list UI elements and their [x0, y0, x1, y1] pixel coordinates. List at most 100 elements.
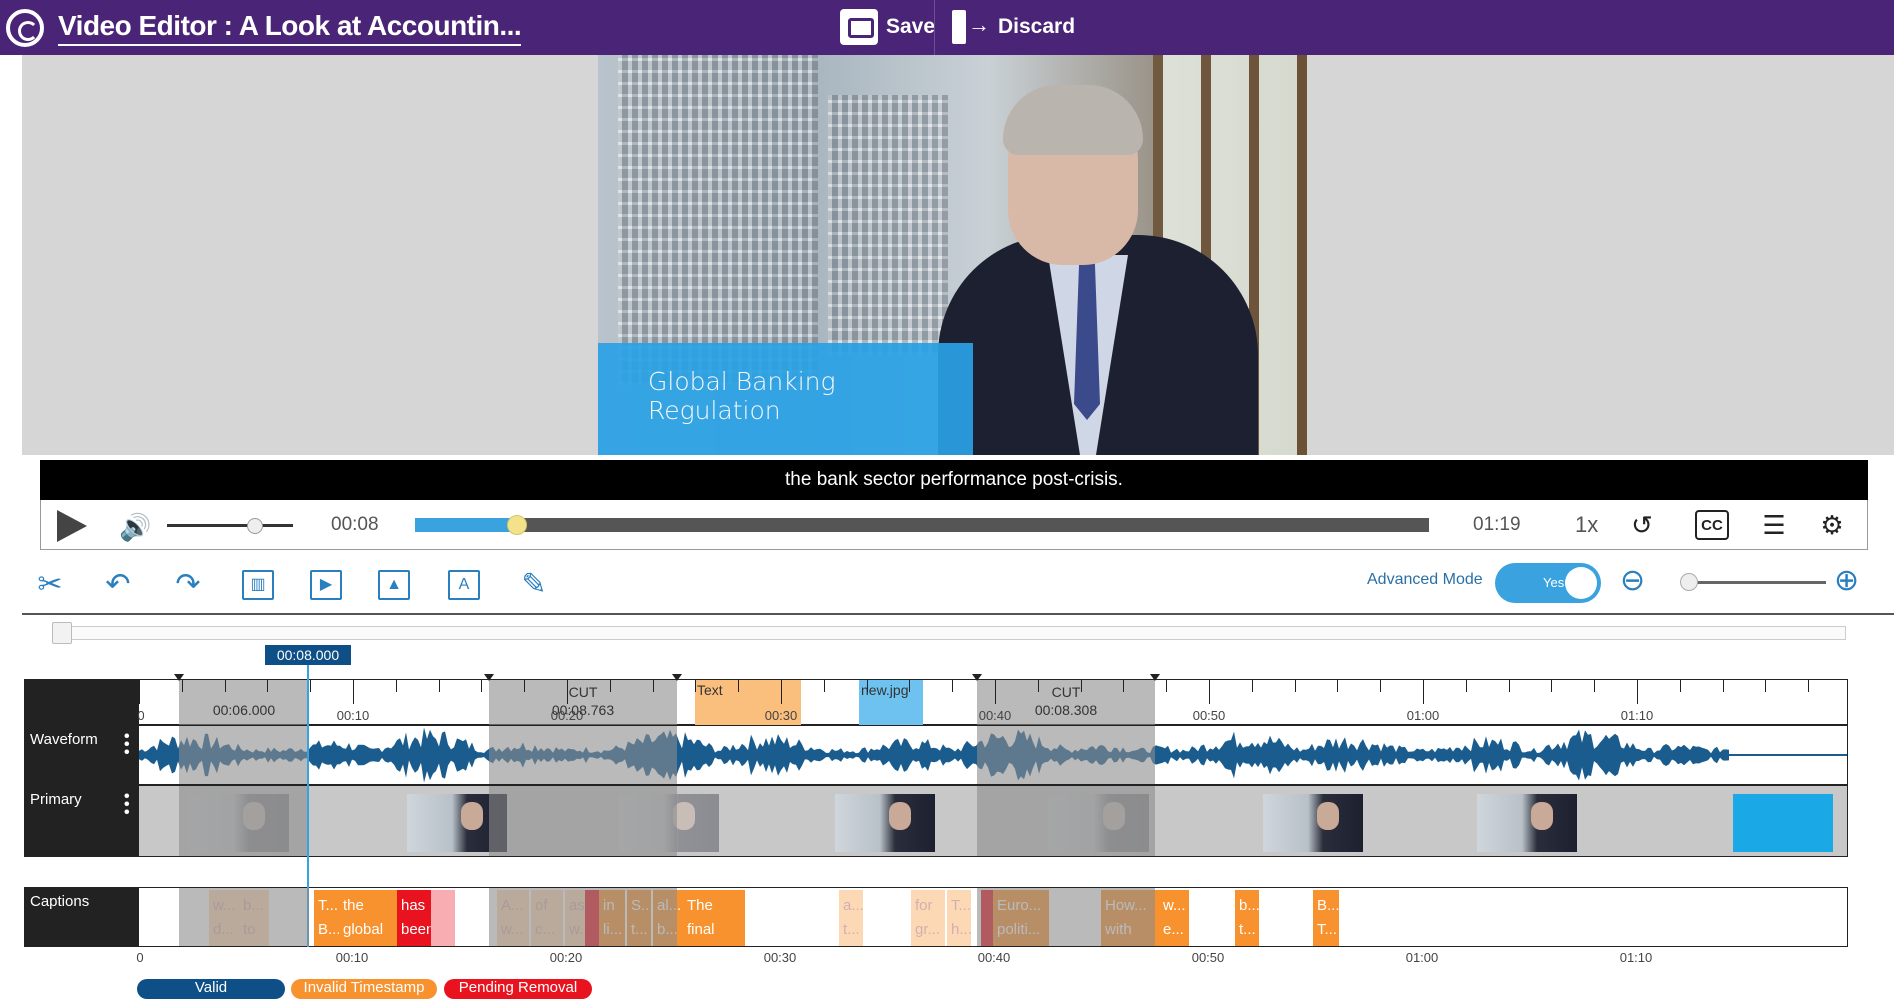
ruler-tick-label: 01:00 — [1406, 708, 1440, 723]
ruler-tick — [1337, 680, 1339, 692]
caption-block[interactable]: a... t... — [839, 890, 863, 946]
primary-track[interactable] — [138, 785, 1848, 857]
cut-region[interactable]: 00:06.000 — [179, 680, 309, 726]
row-menu-icon[interactable]: • • • — [124, 729, 130, 761]
ruler-tick — [1508, 680, 1510, 692]
ruler-tick-label: 00:10 — [336, 708, 370, 723]
undo-icon[interactable]: ↶ — [98, 565, 138, 605]
playback-speed[interactable]: 1x — [1575, 512, 1598, 538]
ruler-tick — [823, 680, 825, 692]
exit-door-icon — [950, 8, 990, 46]
ruler-tick — [1294, 680, 1296, 692]
save-button[interactable]: Save — [840, 6, 935, 48]
volume-knob[interactable] — [247, 518, 264, 534]
cut-marker[interactable] — [972, 674, 982, 681]
video-preview[interactable]: Global Banking Regulation — [598, 55, 1308, 455]
timeline: 00:06.000 CUT 00:08.763 CUT 00:08.308 Te… — [24, 645, 1848, 985]
caption-block[interactable]: T... h... — [947, 890, 971, 946]
timeline-ruler[interactable]: 00:06.000 CUT 00:08.763 CUT 00:08.308 Te… — [137, 674, 1848, 732]
ruler-tick — [139, 680, 140, 704]
cut-region — [977, 888, 1155, 946]
cut-marker[interactable] — [672, 674, 682, 681]
text-overlay-icon[interactable]: A — [448, 570, 480, 600]
caption-block[interactable]: The final — [683, 890, 745, 946]
caption-text: T... — [951, 897, 971, 914]
pencil-icon[interactable]: ✎ — [514, 565, 554, 605]
history-icon[interactable]: ↺ — [1625, 508, 1659, 542]
captions-label: Captions — [30, 893, 90, 910]
bottom-ruler-tick-label: 00:10 — [335, 950, 369, 965]
video-thumbnail[interactable] — [835, 794, 935, 852]
caption-block[interactable] — [429, 890, 455, 946]
transcript-list-icon[interactable]: ☰ — [1757, 508, 1791, 542]
progress-knob[interactable] — [507, 515, 528, 535]
caption-text: B... — [318, 921, 339, 938]
cut-marker[interactable] — [484, 674, 494, 681]
ruler-tick — [652, 680, 654, 692]
caption-text: been — [401, 921, 431, 938]
ruler-tick — [1679, 680, 1681, 692]
zoom-slider[interactable] — [1688, 581, 1826, 584]
ruler-tick — [1166, 680, 1168, 692]
row-menu-icon[interactable]: • • • — [124, 789, 130, 821]
cut-label: CUT — [1051, 684, 1081, 700]
app-title: Video Editor : A Look at Accountin... — [58, 10, 522, 46]
caption-block[interactable]: w... e... — [1159, 890, 1189, 946]
redo-icon[interactable]: ↷ — [168, 565, 208, 605]
captions-track[interactable]: w...d...b...toT...B...theglobalhasbeenA.… — [138, 887, 1848, 947]
cut-marker[interactable] — [174, 674, 184, 681]
caption-text: e... — [1163, 921, 1184, 938]
video-thumbnail[interactable] — [1263, 794, 1363, 852]
chart-slide-icon[interactable]: ▥ — [242, 570, 274, 600]
volume-slider[interactable] — [167, 524, 293, 527]
progress-bar[interactable] — [415, 515, 1429, 535]
scissors-icon[interactable]: ✂ — [30, 565, 70, 605]
zoom-in-icon[interactable]: ⊕ — [1834, 563, 1859, 598]
total-time: 01:19 — [1473, 514, 1521, 535]
caption-block[interactable]: b... t... — [1235, 890, 1259, 946]
cut-marker[interactable] — [1150, 674, 1160, 681]
caption-block[interactable]: B... T... — [1313, 890, 1339, 946]
caption-block[interactable]: T... B... — [314, 890, 339, 946]
advanced-mode-toggle[interactable]: Yes — [1495, 563, 1601, 603]
toolbar-divider — [934, 0, 935, 55]
ruler-tick — [1123, 680, 1125, 692]
ruler-tick — [866, 680, 868, 692]
ruler-tick — [695, 680, 697, 692]
ruler-tick — [1594, 680, 1596, 692]
caption-block[interactable]: the global — [339, 890, 397, 946]
zoom-knob[interactable] — [1680, 573, 1698, 591]
video-clip-icon[interactable]: ▶ — [310, 570, 342, 600]
caption-display: the bank sector performance post-crisis. — [40, 460, 1868, 500]
volume-icon[interactable]: 🔊 — [119, 512, 151, 543]
lower-third-overlay: Global Banking Regulation — [598, 343, 973, 455]
cut-label: CUT — [568, 684, 598, 700]
caption-text: B... — [1317, 897, 1339, 914]
ruler-tick — [609, 680, 611, 692]
video-thumbnail[interactable] — [1477, 794, 1577, 852]
background-building — [828, 95, 948, 355]
ruler-tick — [1808, 680, 1810, 692]
edit-toolbar: ✂ ↶ ↷ ▥ ▶ ▲ A ✎ Advanced Mode Yes ⊖ ⊕ — [22, 555, 1894, 615]
video-thumbnail[interactable] — [1733, 794, 1833, 852]
ruler-tick — [1037, 680, 1039, 692]
ruler-tick — [952, 680, 954, 692]
closed-captions-icon[interactable]: CC — [1695, 510, 1729, 540]
caption-block[interactable]: for gr... — [911, 890, 945, 946]
toggle-knob — [1565, 567, 1597, 599]
play-icon[interactable] — [57, 510, 87, 542]
timeline-scrollbar[interactable] — [52, 626, 1846, 640]
timeline-scroll-thumb[interactable] — [52, 622, 72, 644]
lower-third-text: Global Banking Regulation — [648, 367, 836, 425]
captions-row: Captions w...d...b...toT...B...theglobal… — [24, 887, 1848, 947]
settings-gear-icon[interactable]: ⚙ — [1815, 508, 1849, 542]
ruler-tick — [1080, 680, 1082, 692]
waveform-track[interactable] — [138, 725, 1848, 785]
ruler-tick — [909, 680, 911, 692]
primary-header: Primary • • • — [24, 785, 138, 857]
discard-button[interactable]: Discard — [950, 6, 1075, 48]
caption-block[interactable]: has been — [397, 890, 431, 946]
zoom-out-icon[interactable]: ⊖ — [1620, 563, 1645, 598]
image-icon[interactable]: ▲ — [378, 570, 410, 600]
ruler-tick — [738, 680, 740, 692]
